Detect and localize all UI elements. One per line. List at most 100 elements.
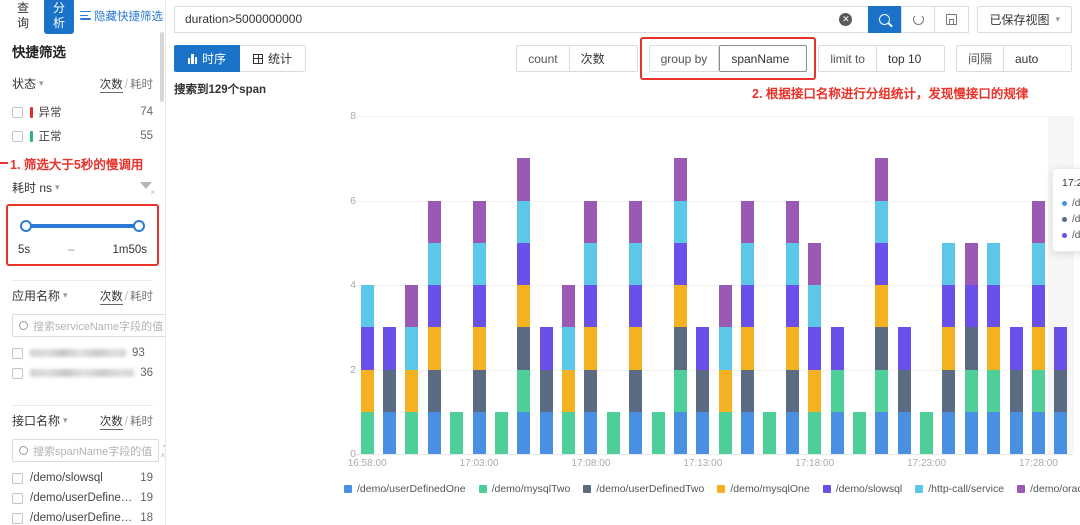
tab-timeseries[interactable]: 时序	[174, 45, 240, 72]
list-item[interactable]: /demo/slowsql 19	[12, 468, 153, 488]
tooltip-row: /demo/slowsql 1	[1062, 227, 1080, 243]
x-axis-tick: 17:28:00	[1019, 458, 1058, 469]
bar-stack[interactable]	[652, 412, 665, 454]
bar-stack[interactable]	[517, 158, 530, 454]
limit-to-value[interactable]: top 10	[877, 45, 945, 72]
bar-stack[interactable]	[741, 201, 754, 455]
bar-stack[interactable]	[629, 201, 642, 455]
x-axis-tick: 17:08:00	[571, 458, 610, 469]
tab-analysis[interactable]: 分析	[44, 0, 74, 34]
legend-item[interactable]: /demo/mysqlOne	[717, 483, 809, 495]
bar-segment	[428, 201, 441, 243]
status-metric-toggle[interactable]: 次数/耗时	[100, 76, 153, 92]
slider-handle-max[interactable]	[133, 220, 145, 232]
bar-segment	[831, 412, 844, 454]
span-metric-toggle[interactable]: 次数/耗时	[100, 413, 153, 429]
bar-stack[interactable]	[920, 412, 933, 454]
bar-stack[interactable]	[831, 327, 844, 454]
bar-stack[interactable]	[562, 285, 575, 454]
list-item[interactable]: 正常 55	[12, 124, 153, 148]
bar-stack[interactable]	[540, 327, 553, 454]
tab-statistics[interactable]: 统计	[240, 45, 306, 72]
search-button[interactable]	[868, 6, 901, 33]
checkbox[interactable]	[12, 348, 23, 359]
bar-stack[interactable]	[1010, 327, 1023, 454]
bar-segment	[428, 327, 441, 369]
service-search-input[interactable]: 搜索serviceName字段的值	[12, 314, 166, 337]
span-group-name[interactable]: 接口名称 ▾	[12, 412, 68, 429]
span-search-input[interactable]: 搜索spanName字段的值	[12, 439, 159, 462]
list-item[interactable]: 异常 74	[12, 100, 153, 124]
bar-segment	[517, 412, 530, 454]
bar-segment	[875, 327, 888, 369]
list-item[interactable]: /demo/userDefinedTwo 19	[12, 488, 153, 508]
bar-segment	[607, 412, 620, 454]
clear-icon[interactable]: ✕	[839, 13, 852, 26]
checkbox[interactable]	[12, 107, 23, 118]
bar-stack[interactable]	[898, 327, 911, 454]
checkbox[interactable]	[12, 513, 23, 524]
refresh-button[interactable]	[901, 6, 935, 33]
bar-stack[interactable]	[383, 327, 396, 454]
bar-stack[interactable]	[808, 243, 821, 454]
save-button[interactable]	[935, 6, 969, 33]
service-metric-toggle[interactable]: 次数/耗时	[100, 288, 153, 304]
checkbox[interactable]	[12, 368, 23, 379]
tab-query[interactable]: 查询	[8, 0, 38, 34]
scrollbar-thumb[interactable]	[160, 32, 164, 102]
bar-stack[interactable]	[607, 412, 620, 454]
list-item[interactable]: 36	[12, 363, 153, 383]
legend-item[interactable]: /demo/userDefinedOne	[344, 483, 466, 495]
bar-segment	[674, 370, 687, 412]
hide-filters-button[interactable]: 隐藏快捷筛选	[80, 8, 163, 24]
clear-filter-icon[interactable]	[140, 182, 153, 193]
bar-stack[interactable]	[361, 285, 374, 454]
checkbox[interactable]	[12, 131, 23, 142]
bar-stack[interactable]	[719, 285, 732, 454]
count-value[interactable]: 次数	[570, 45, 638, 72]
list-item[interactable]: /demo/userDefinedOne 18	[12, 508, 153, 525]
legend-item[interactable]: /http-call/service	[915, 483, 1004, 495]
bar-stack[interactable]	[1032, 201, 1045, 455]
bar-stack[interactable]	[495, 412, 508, 454]
checkbox[interactable]	[12, 493, 23, 504]
bar-stack[interactable]	[674, 158, 687, 454]
duration-group-header: 耗时 ns ▾	[12, 175, 153, 198]
bar-stack[interactable]	[965, 243, 978, 454]
bar-stack[interactable]	[763, 412, 776, 454]
bar-stack[interactable]	[428, 201, 441, 455]
status-group-name[interactable]: 状态 ▾	[12, 75, 44, 92]
bar-stack[interactable]	[987, 243, 1000, 454]
bar-stack[interactable]	[786, 201, 799, 455]
bar-stack[interactable]	[405, 285, 418, 454]
bar-stack[interactable]	[1054, 327, 1067, 454]
x-axis-tick: 17:18:00	[795, 458, 834, 469]
interval-value[interactable]: auto	[1004, 45, 1072, 72]
duration-range-slider[interactable]	[22, 220, 143, 232]
group-by-value[interactable]: spanName	[719, 45, 807, 72]
bar-stack[interactable]	[450, 412, 463, 454]
bar-stack[interactable]	[584, 201, 597, 455]
query-input[interactable]: duration>5000000000 ✕	[174, 6, 868, 33]
bar-segment	[763, 412, 776, 454]
service-group-name[interactable]: 应用名称 ▾	[12, 287, 68, 304]
legend-item[interactable]: /demo/mysqlTwo	[479, 483, 571, 495]
bar-segment	[987, 412, 1000, 454]
bar-stack[interactable]	[853, 412, 866, 454]
saved-views-dropdown[interactable]: 已保存视图 ▾	[977, 6, 1072, 33]
bar-stack[interactable]	[875, 158, 888, 454]
bar-stack[interactable]	[696, 327, 709, 454]
checkbox[interactable]	[12, 473, 23, 484]
bar-stack[interactable]	[473, 201, 486, 455]
plot-area[interactable]	[356, 116, 1072, 454]
duration-group-name[interactable]: 耗时 ns ▾	[12, 179, 60, 196]
bar-segment	[629, 243, 642, 285]
sidebar-scrollbar[interactable]	[160, 32, 164, 332]
bar-stack[interactable]	[942, 243, 955, 454]
slider-handle-min[interactable]	[20, 220, 32, 232]
bar-segment	[875, 243, 888, 285]
legend-item[interactable]: /demo/oracleTwo	[1017, 483, 1080, 495]
list-item[interactable]: 93	[12, 343, 153, 363]
legend-item[interactable]: /demo/userDefinedTwo	[583, 483, 704, 495]
legend-item[interactable]: /demo/slowsql	[823, 483, 903, 495]
